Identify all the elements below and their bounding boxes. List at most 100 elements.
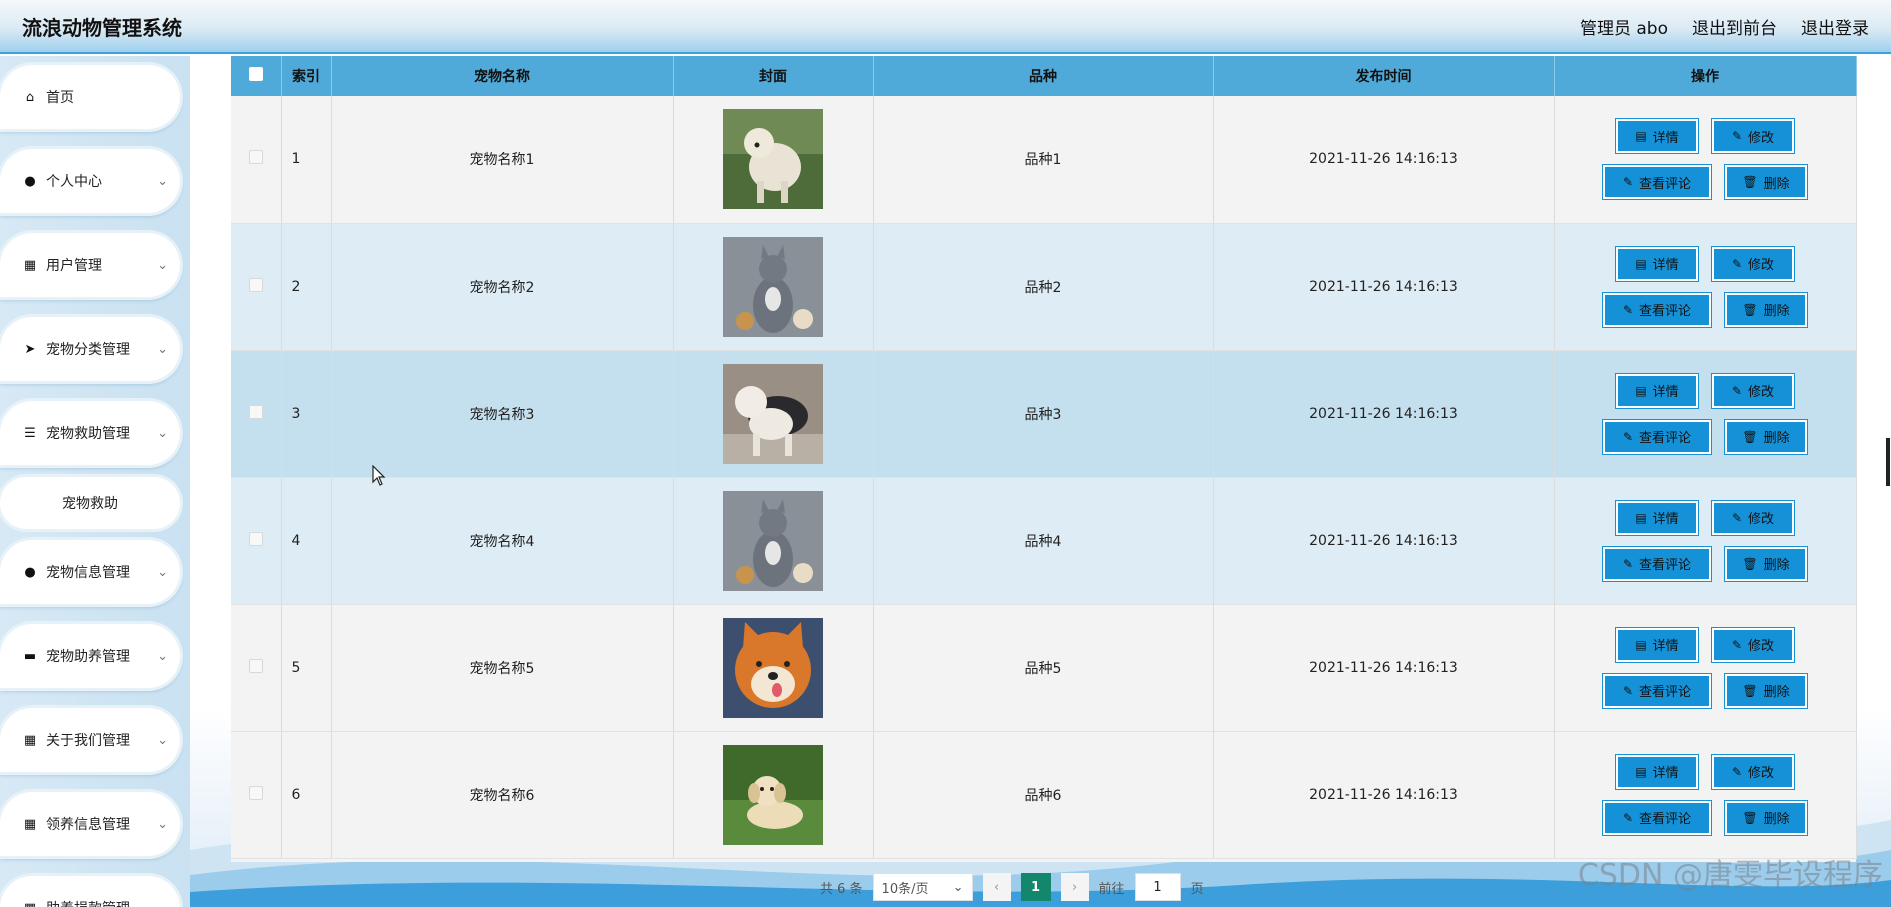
row-index: 2 bbox=[281, 223, 332, 351]
detail-button[interactable]: ▤ 详情 bbox=[1615, 372, 1699, 409]
publish-time-cell: 2021-11-26 14:16:13 bbox=[1213, 477, 1555, 605]
page-number-active[interactable]: 1 bbox=[1020, 873, 1051, 901]
delete-button[interactable]: 🗑 删除 bbox=[1724, 672, 1808, 709]
pencil-icon: ✎ bbox=[1622, 810, 1634, 825]
pet-table: 索引 宠物名称 封面 品种 发布时间 操作 1 宠物名称1 品种1 2021-1… bbox=[231, 56, 1857, 862]
sidebar-item-users[interactable]: ▦ 用户管理 ⌄ bbox=[0, 233, 180, 297]
pet-name-cell: 宠物名称6 bbox=[331, 731, 674, 859]
cover-cell bbox=[673, 223, 874, 351]
document-icon: ▤ bbox=[1635, 510, 1647, 525]
trash-icon: 🗑 bbox=[1742, 556, 1758, 571]
pet-name-cell: 宠物名称4 bbox=[331, 477, 674, 605]
delete-button[interactable]: 🗑 删除 bbox=[1724, 545, 1808, 582]
chevron-down-icon: ⌄ bbox=[952, 879, 964, 895]
detail-button[interactable]: ▤ 详情 bbox=[1615, 499, 1699, 536]
prev-page-button[interactable]: ‹ bbox=[982, 873, 1011, 901]
scrollbar-thumb[interactable] bbox=[1886, 438, 1890, 486]
chevron-down-icon: ⌄ bbox=[157, 816, 168, 832]
detail-button[interactable]: ▤ 详情 bbox=[1615, 245, 1699, 282]
select-all-checkbox[interactable] bbox=[248, 67, 263, 81]
edit-button[interactable]: ✎ 修改 bbox=[1711, 372, 1795, 409]
trash-icon: 🗑 bbox=[1742, 683, 1758, 698]
sidebar-subitem-pet-rescue[interactable]: 宠物救助 bbox=[0, 477, 180, 529]
sidebar: ⌂ 首页 ● 个人中心 ⌄ ▦ 用户管理 ⌄ ➤ 宠物分类管理 ⌄ ☰ 宠物救助… bbox=[0, 56, 190, 907]
csdn-watermark: CSDN @唐雯毕设程序 bbox=[1577, 858, 1883, 893]
detail-button[interactable]: ▤ 详情 bbox=[1615, 753, 1699, 790]
row-index: 3 bbox=[281, 350, 332, 478]
briefcase-icon: ▬ bbox=[23, 648, 37, 664]
row-checkbox[interactable] bbox=[248, 404, 263, 419]
row-checkbox[interactable] bbox=[248, 531, 263, 546]
chevron-down-icon: ⌄ bbox=[157, 173, 168, 189]
row-index: 5 bbox=[281, 604, 332, 732]
table-row: 1 宠物名称1 品种1 2021-11-26 14:16:13 ▤ 详情 ✎ 修… bbox=[231, 96, 1857, 224]
row-checkbox[interactable] bbox=[248, 785, 263, 800]
sheepdog-photo bbox=[723, 363, 823, 464]
sidebar-item-home[interactable]: ⌂ 首页 bbox=[0, 65, 180, 129]
breed-cell: 品种5 bbox=[873, 604, 1214, 732]
sidebar-item-pet-rescue-mgmt[interactable]: ☰ 宠物救助管理 ⌄ bbox=[0, 401, 180, 465]
breed-cell: 品种1 bbox=[873, 96, 1214, 224]
goto-page-input[interactable]: 1 bbox=[1134, 873, 1181, 901]
pencil-icon: ✎ bbox=[1731, 383, 1743, 398]
sidebar-item-label: 领养信息管理 bbox=[46, 817, 130, 833]
view-comments-button[interactable]: ✎ 查看评论 bbox=[1602, 799, 1712, 836]
edit-button[interactable]: ✎ 修改 bbox=[1711, 753, 1795, 790]
grid-icon: ▦ bbox=[22, 901, 38, 907]
row-checkbox[interactable] bbox=[248, 150, 263, 165]
page-size-select[interactable]: 10条/页 ⌄ bbox=[872, 873, 973, 901]
column-header: 封面 bbox=[673, 56, 874, 96]
actions-cell: ▤ 详情 ✎ 修改 ✎ 查看评论 🗑 删除 bbox=[1554, 350, 1857, 478]
view-comments-button[interactable]: ✎ 查看评论 bbox=[1602, 164, 1712, 201]
sidebar-item-label: 用户管理 bbox=[46, 258, 102, 274]
mouse-cursor-icon bbox=[372, 465, 386, 486]
sidebar-item-adoption[interactable]: ▦ 领养信息管理 ⌄ bbox=[0, 792, 180, 856]
document-icon: ▤ bbox=[1635, 383, 1647, 398]
grid-icon: ▦ bbox=[23, 257, 37, 273]
detail-button[interactable]: ▤ 详情 bbox=[1615, 626, 1699, 663]
publish-time-cell: 2021-11-26 14:16:13 bbox=[1213, 223, 1555, 351]
document-icon: ▤ bbox=[1635, 256, 1647, 271]
row-checkbox[interactable] bbox=[248, 658, 263, 673]
breed-cell: 品种2 bbox=[873, 223, 1214, 351]
column-header: 宠物名称 bbox=[331, 56, 674, 96]
select-all-cell[interactable] bbox=[231, 56, 282, 96]
sidebar-item-pet-sponsor[interactable]: ▬ 宠物助养管理 ⌄ bbox=[0, 624, 180, 688]
sidebar-item-about[interactable]: ▦ 关于我们管理 ⌄ bbox=[0, 708, 180, 772]
trash-icon: 🗑 bbox=[1742, 302, 1758, 317]
sidebar-item-label: 宠物助养管理 bbox=[46, 649, 130, 665]
view-comments-button[interactable]: ✎ 查看评论 bbox=[1602, 291, 1712, 328]
publish-time-cell: 2021-11-26 14:16:13 bbox=[1213, 96, 1555, 224]
delete-button[interactable]: 🗑 删除 bbox=[1724, 291, 1808, 328]
view-comments-button[interactable]: ✎ 查看评论 bbox=[1602, 672, 1712, 709]
delete-button[interactable]: 🗑 删除 bbox=[1724, 799, 1808, 836]
sliders-icon: ☰ bbox=[24, 425, 36, 441]
sidebar-item-donation[interactable]: ▦ 助养捐款管理 ⌄ bbox=[0, 876, 180, 907]
delete-button[interactable]: 🗑 删除 bbox=[1724, 164, 1808, 201]
next-page-button[interactable]: › bbox=[1060, 873, 1089, 901]
pencil-icon: ✎ bbox=[1731, 637, 1743, 652]
exit-to-front-link[interactable]: 退出到前台 bbox=[1692, 14, 1777, 39]
edit-button[interactable]: ✎ 修改 bbox=[1711, 245, 1795, 282]
logout-link[interactable]: 退出登录 bbox=[1801, 14, 1869, 39]
admin-user-label[interactable]: 管理员 abo bbox=[1580, 14, 1668, 39]
sidebar-item-label: 关于我们管理 bbox=[46, 733, 130, 749]
detail-button[interactable]: ▤ 详情 bbox=[1615, 118, 1699, 155]
edit-button[interactable]: ✎ 修改 bbox=[1711, 118, 1795, 155]
view-comments-button[interactable]: ✎ 查看评论 bbox=[1602, 418, 1712, 455]
actions-cell: ▤ 详情 ✎ 修改 ✎ 查看评论 🗑 删除 bbox=[1554, 223, 1857, 351]
sidebar-item-pet-category[interactable]: ➤ 宠物分类管理 ⌄ bbox=[0, 317, 180, 381]
edit-button[interactable]: ✎ 修改 bbox=[1711, 499, 1795, 536]
delete-button[interactable]: 🗑 删除 bbox=[1724, 418, 1808, 455]
chevron-down-icon: ⌄ bbox=[157, 901, 168, 907]
sidebar-item-pet-info[interactable]: ● 宠物信息管理 ⌄ bbox=[0, 540, 180, 604]
sidebar-item-profile[interactable]: ● 个人中心 ⌄ bbox=[0, 149, 180, 213]
pagination: 共 6 条 10条/页 ⌄ ‹ 1 › 前往 1 页 bbox=[820, 873, 1204, 901]
sidebar-item-label: 助养捐款管理 bbox=[46, 898, 130, 907]
row-checkbox[interactable] bbox=[248, 277, 263, 292]
cover-cell bbox=[673, 350, 874, 478]
edit-button[interactable]: ✎ 修改 bbox=[1711, 626, 1795, 663]
user-icon: ● bbox=[24, 564, 36, 580]
row-index: 6 bbox=[281, 731, 332, 859]
view-comments-button[interactable]: ✎ 查看评论 bbox=[1602, 545, 1712, 582]
